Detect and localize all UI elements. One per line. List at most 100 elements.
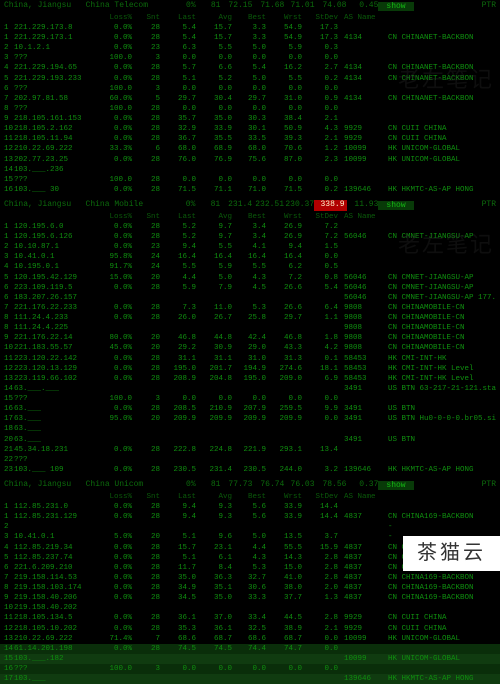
hop-wrst: 46.8 (266, 333, 302, 343)
hop-num: 16 (4, 404, 14, 414)
hop-last: 5.2 (160, 232, 196, 242)
hop-num: 2 (4, 43, 14, 53)
hop-avg: 9.7 (196, 232, 232, 242)
hop-snt: 28 (132, 613, 160, 623)
show-button[interactable]: show (378, 481, 413, 490)
hop-last: 6.3 (160, 43, 196, 53)
hop-last: 76.0 (160, 155, 196, 165)
hop-ip: 103.___ 30 (14, 185, 96, 195)
hop-name (384, 664, 496, 674)
hop-snt: 28 (132, 232, 160, 242)
hop-stdev (302, 384, 338, 394)
hop-stdev: 14.4 (302, 512, 338, 522)
location: China, Jiangsu (4, 480, 86, 491)
hop-ip: 112.85.237.74 (14, 553, 96, 563)
hop-asn (338, 502, 384, 512)
hop-ip: 219.158.114.53 (14, 573, 96, 583)
hop-ip: 221.183.55.57 (14, 343, 96, 353)
show-button[interactable]: show (378, 201, 413, 210)
hop-row: 6183.207.26.15756046CN CMNET-JIANGSU-AP … (0, 293, 500, 303)
hop-stdev: 7.2 (302, 232, 338, 242)
hop-wrst: 7.2 (266, 273, 302, 283)
hop-loss: 0.0% (96, 445, 132, 455)
column-headers: Loss%SntLastAvgBestWrstStDevAS Name (0, 212, 500, 222)
hop-last: 68.6 (160, 634, 196, 644)
hop-num: 22 (4, 455, 14, 465)
hop-row: 12223.120.13.1290.0%28195.0201.7194.9274… (0, 364, 500, 374)
hop-row: 8???100.0280.00.00.00.00.0 (0, 104, 500, 114)
hop-ip: 223.109.119.5 (14, 283, 96, 293)
hop-loss: 100.0 (96, 84, 132, 94)
hop-last (160, 165, 196, 175)
hop-row: 6???100.030.00.00.00.00.0 (0, 84, 500, 94)
hop-snt: 20 (132, 532, 160, 542)
hop-row: 8219.158.103.1740.0%2834.935.130.638.02.… (0, 583, 500, 593)
hop-stdev: 2.0 (302, 583, 338, 593)
hop-avg: 37.0 (196, 613, 232, 623)
hop-stdev: 2.1 (302, 114, 338, 124)
hop-wrst: 38.4 (266, 114, 302, 124)
hop-wrst: 44.5 (266, 613, 302, 623)
hop-snt: 28 (132, 543, 160, 553)
hdr-snt: 81 (196, 480, 221, 491)
hdr-wrst: 338.9 (314, 200, 346, 211)
hop-name: HK UNICOM-GLOBAL (384, 155, 496, 165)
hop-loss: 0.0% (96, 502, 132, 512)
hop-last (160, 293, 196, 303)
hop-asn: 139646 (338, 465, 384, 475)
hop-wrst: 38.9 (266, 624, 302, 634)
hop-wrst: 5.5 (266, 74, 302, 84)
hop-ip: 221.176.22.14 (14, 333, 96, 343)
hop-loss: 0.0% (96, 74, 132, 84)
hop-loss: 0.0% (96, 593, 132, 603)
hop-name: HK CMI-INT-HK Level (384, 374, 496, 384)
hop-snt: 28 (132, 354, 160, 364)
hop-num: 1 (4, 502, 14, 512)
hop-ip: 202.97.81.58 (14, 94, 96, 104)
hop-ip: 120.195.6.0 (14, 222, 96, 232)
hop-snt (132, 674, 160, 684)
hop-ip: 111.24.4.225 (14, 323, 96, 333)
hop-num: 13 (4, 155, 14, 165)
hop-stdev: 0.0 (302, 394, 338, 404)
hop-row: 7219.158.114.530.0%2835.036.332.741.02.8… (0, 573, 500, 583)
hop-row: 13210.22.69.22271.4%768.668.768.668.70.0… (0, 634, 500, 644)
hop-snt: 28 (132, 465, 160, 475)
hop-num: 14 (4, 384, 14, 394)
hop-stdev: 1.2 (302, 144, 338, 154)
section-header: China, JiangsuChina Mobile0%81231.4232.5… (0, 199, 500, 212)
hop-name: CN CUII CHINA (384, 613, 496, 623)
hop-avg (196, 424, 232, 434)
hop-name: CN CHINANET-BACKBON (384, 63, 496, 73)
hop-row: 13202.77.23.250.0%2876.076.975.687.02.31… (0, 155, 500, 165)
hop-best: 5.6 (232, 502, 266, 512)
hop-loss: 0.0% (96, 364, 132, 374)
hop-asn (338, 394, 384, 404)
hop-row: 1120.195.6.1260.0%285.29.73.426.97.25604… (0, 232, 500, 242)
hop-avg: 5.2 (196, 74, 232, 84)
hop-avg (196, 654, 232, 664)
hop-num: 10 (4, 124, 14, 134)
hop-loss: 91.7% (96, 262, 132, 272)
hop-wrst: 6.2 (266, 262, 302, 272)
hop-ip: 223.120.13.129 (14, 364, 96, 374)
hdr-snt: 81 (195, 200, 220, 211)
hop-stdev: 0.0 (302, 634, 338, 644)
hop-asn: 9929 (338, 613, 384, 623)
hop-stdev (302, 293, 338, 303)
hop-name: HK HKMTC-AS-AP HONG (384, 674, 496, 684)
show-button[interactable]: show (378, 2, 413, 11)
hop-loss (96, 384, 132, 394)
hop-wrst (266, 455, 302, 465)
hop-loss (96, 455, 132, 465)
hop-num: 12 (4, 144, 14, 154)
hop-num: 14 (4, 644, 14, 654)
hop-snt: 20 (132, 343, 160, 353)
hop-num: 13 (4, 374, 14, 384)
hop-loss: 0.0% (96, 563, 132, 573)
hop-row: 5221.229.193.2330.0%285.15.25.05.50.2413… (0, 74, 500, 84)
hdr-best: 71.01 (284, 1, 314, 12)
hop-stdev: 7.2 (302, 222, 338, 232)
hop-loss (96, 603, 132, 613)
hop-wrst: 293.1 (266, 445, 302, 455)
